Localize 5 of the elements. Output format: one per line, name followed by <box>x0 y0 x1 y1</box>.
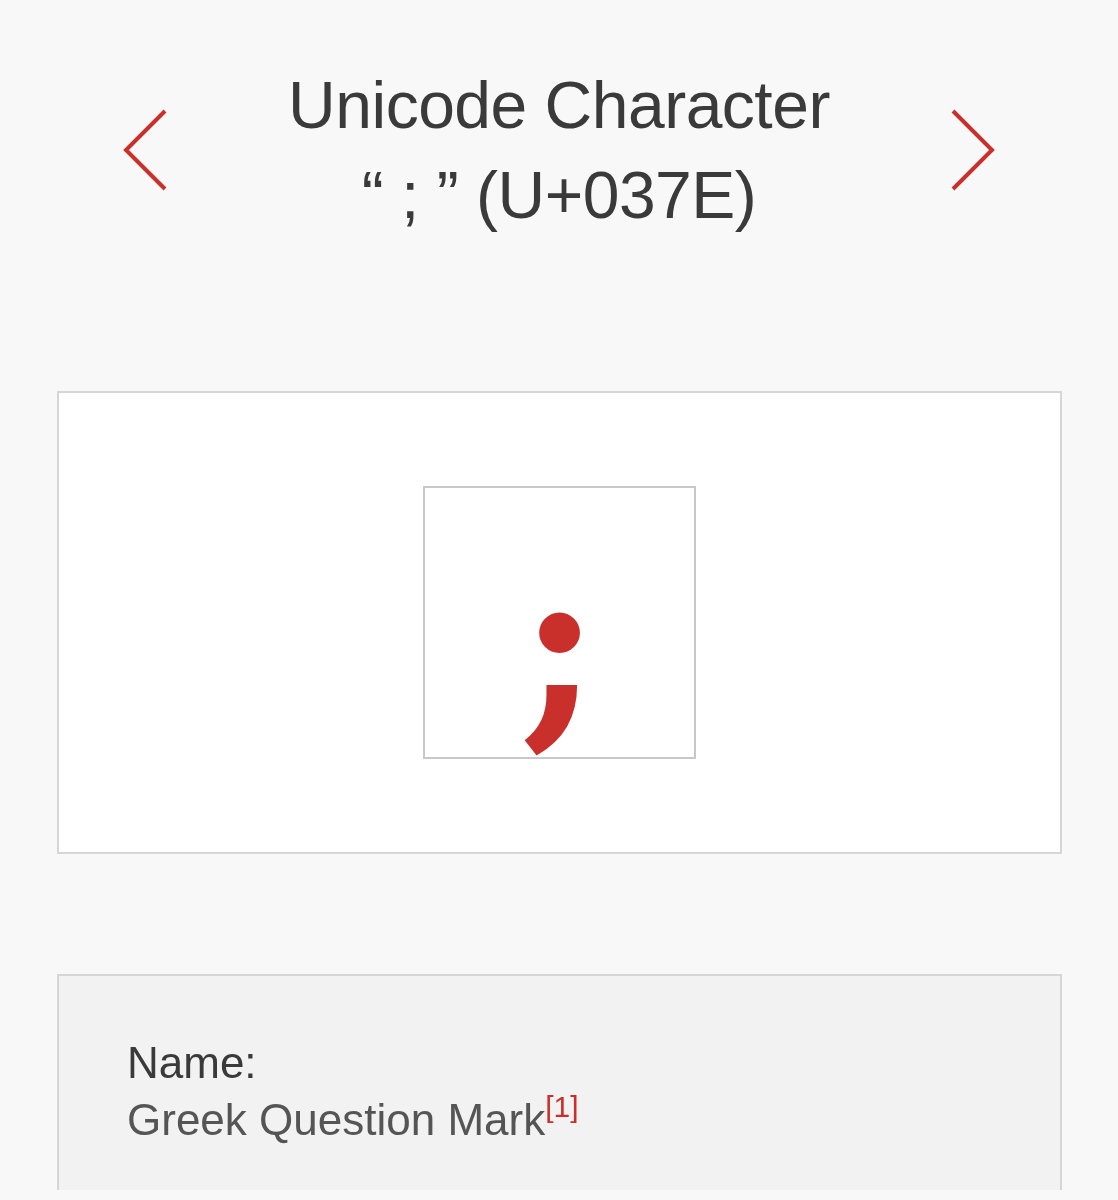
field-value: Greek Question Mark$^{[1]}$ <box>127 1090 580 1146</box>
chevron-right-icon[interactable] <box>950 109 996 191</box>
field-label: Name: <box>127 1037 258 1089</box>
chevron-left-icon[interactable] <box>122 109 168 191</box>
page-title: Unicode Character “ ; ” (U+037E) <box>288 67 830 234</box>
